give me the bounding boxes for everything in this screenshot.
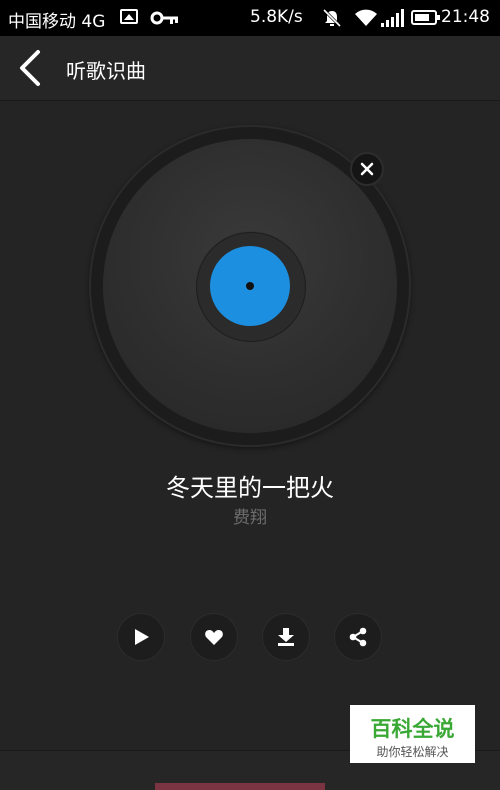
image-notification-icon xyxy=(120,9,138,24)
wifi-icon xyxy=(355,9,377,26)
carrier-label: 中国移动 4G xyxy=(8,12,106,32)
watermark-title: 百科全说 xyxy=(371,717,455,741)
status-bar: 中国移动 4G 5.8K/s 21:48 xyxy=(0,0,500,36)
download-button[interactable] xyxy=(263,614,309,660)
clock: 21:48 xyxy=(441,7,490,27)
record-spindle-hole xyxy=(246,282,254,290)
bottom-accent-strip xyxy=(155,783,325,790)
download-icon xyxy=(278,628,294,646)
close-button[interactable] xyxy=(352,154,382,184)
favorite-button[interactable] xyxy=(191,614,237,660)
share-icon xyxy=(349,627,367,647)
watermark-logo: 百科全说 助你轻松解决 xyxy=(350,705,475,763)
signal-icon xyxy=(381,9,404,27)
song-title: 冬天里的一把火 xyxy=(166,474,334,502)
battery-icon xyxy=(411,10,440,25)
play-button[interactable] xyxy=(118,614,164,660)
song-artist: 费翔 xyxy=(233,508,267,528)
heart-icon xyxy=(205,630,223,645)
share-button[interactable] xyxy=(335,614,381,660)
close-icon xyxy=(360,162,374,176)
back-icon[interactable] xyxy=(12,46,52,90)
mute-icon xyxy=(322,8,342,28)
page-title: 听歌识曲 xyxy=(66,59,146,83)
watermark-graphic: 百科全说 助你轻松解决 xyxy=(371,717,455,759)
app-header: 听歌识曲 xyxy=(0,36,500,101)
play-icon xyxy=(135,629,149,645)
watermark-subtitle: 助你轻松解决 xyxy=(376,745,448,759)
network-speed: 5.8K/s xyxy=(250,7,303,27)
record-center-ring xyxy=(196,232,306,342)
record-label xyxy=(210,246,290,326)
key-icon xyxy=(150,11,178,25)
